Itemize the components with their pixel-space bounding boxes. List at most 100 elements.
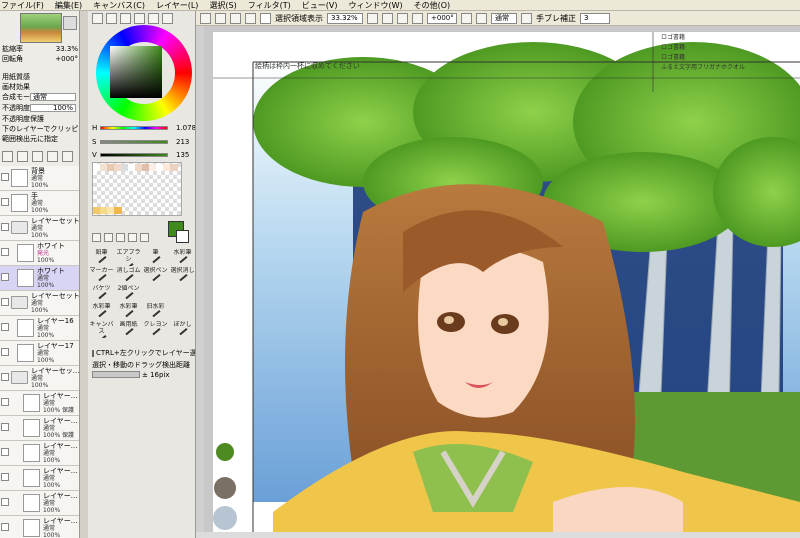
protect-opacity-checkbox[interactable]: 不透明度保護 [0, 115, 79, 124]
saturation-value-square[interactable] [110, 46, 162, 98]
layer-row[interactable]: ホワイト 通常 100% [0, 266, 79, 291]
menu-filter[interactable]: フィルタ(T) [248, 0, 291, 11]
blend-mode-select[interactable]: 通常 [30, 93, 76, 101]
clipping-checkbox[interactable]: 下のレイヤーでクリッピング [0, 125, 79, 134]
visibility-toggle-icon[interactable] [1, 498, 9, 506]
tool-brush[interactable]: 筆 [142, 249, 169, 266]
layer-row[interactable]: レイヤー... 通常 100% [0, 466, 79, 491]
layer-row[interactable]: レイヤーセッ... 通常 100% [0, 366, 79, 391]
rotate-left-icon[interactable] [412, 12, 423, 24]
tool-bucket[interactable]: バケツ [88, 285, 115, 302]
menu-canvas[interactable]: キャンバス(C) [93, 0, 145, 11]
invert-selection-icon[interactable] [215, 12, 226, 24]
opacity-slider[interactable]: 100% [30, 104, 76, 112]
menu-window[interactable]: ウィンドウ(W) [348, 0, 402, 11]
crop-icon[interactable] [245, 12, 256, 24]
menu-edit[interactable]: 編集(E) [55, 0, 82, 11]
ctrl-click-checkbox[interactable] [92, 350, 94, 357]
palette-swatch[interactable] [170, 164, 178, 171]
val-slider[interactable] [100, 153, 168, 157]
tool-select-eraser[interactable]: 選択消し [169, 267, 195, 284]
visibility-toggle-icon[interactable] [1, 323, 9, 331]
navigator-thumbnail[interactable] [20, 13, 62, 43]
selection-source-checkbox[interactable]: 範囲検出元に指定 [0, 135, 79, 144]
palette-mode-icon[interactable] [134, 13, 145, 24]
menu-view[interactable]: ビュー(V) [302, 0, 338, 11]
drag-distance-slider[interactable] [92, 371, 140, 378]
visibility-toggle-icon[interactable] [1, 273, 9, 281]
stabilizer-field[interactable]: 3 [580, 12, 610, 24]
deselect-icon[interactable] [200, 12, 211, 24]
scratch-mode-icon[interactable] [162, 13, 173, 24]
zoom-out-icon[interactable] [367, 12, 378, 24]
new-layer-icon[interactable] [2, 151, 13, 162]
hsv-slider-mode-icon[interactable] [120, 13, 131, 24]
tool-select-pen[interactable]: 選択ペン [142, 267, 169, 284]
pen-settings-icon[interactable] [521, 12, 532, 24]
visibility-toggle-icon[interactable] [1, 298, 9, 306]
visibility-toggle-icon[interactable] [1, 223, 9, 231]
tool-drawing-paper[interactable]: 画用紙 [115, 321, 142, 338]
tool-watercolor-3[interactable]: 水彩筆 [115, 303, 142, 320]
menu-select[interactable]: 選択(S) [209, 0, 236, 11]
tool-crayon[interactable]: クレヨン [142, 321, 169, 338]
tool-pencil[interactable]: 鉛筆 [88, 249, 115, 266]
menu-file[interactable]: ファイル(F) [1, 0, 44, 11]
visibility-toggle-icon[interactable] [1, 448, 9, 456]
tool-binary-pen[interactable]: 2値ペン [115, 285, 142, 302]
hand-tool-icon[interactable] [128, 233, 137, 242]
color-wheel-mode-icon[interactable] [92, 13, 103, 24]
navigator-menu-icon[interactable] [63, 16, 77, 30]
merge-layer-icon[interactable] [32, 151, 43, 162]
selection-display-icon[interactable] [230, 12, 241, 24]
sat-slider[interactable] [100, 140, 168, 144]
flip-horizontal-icon[interactable] [476, 12, 487, 24]
zoom-field[interactable]: 33.32% [327, 12, 363, 24]
layer-row[interactable]: レイヤー17 通常 100% [0, 341, 79, 366]
tool-marker[interactable]: マーカー [88, 267, 115, 284]
visibility-toggle-icon[interactable] [1, 423, 9, 431]
tool-canvas[interactable]: キャンバス [88, 321, 115, 338]
angle-row[interactable]: 回転角 +000° [0, 55, 79, 64]
layer-row[interactable]: レイヤーセット2 通常 100% [0, 291, 79, 316]
rotate-tool-icon[interactable] [116, 233, 125, 242]
zoom-tool-icon[interactable] [104, 233, 113, 242]
layer-row[interactable]: 手通常 100% [0, 191, 79, 216]
selection-display-checkbox[interactable] [260, 12, 271, 24]
color-palette[interactable] [92, 162, 182, 216]
rgb-slider-mode-icon[interactable] [106, 13, 117, 24]
tool-eraser[interactable]: 消しゴム [115, 267, 142, 284]
visibility-toggle-icon[interactable] [1, 198, 9, 206]
ctrl-click-option[interactable]: CTRL+左クリックでレイヤー選択 [92, 349, 195, 358]
move-tool-icon[interactable] [92, 233, 101, 242]
horizontal-scrollbar[interactable] [196, 532, 800, 538]
visibility-toggle-icon[interactable] [1, 523, 9, 531]
visibility-toggle-icon[interactable] [1, 173, 9, 181]
clear-layer-icon[interactable] [47, 151, 58, 162]
rotate-right-icon[interactable] [461, 12, 472, 24]
tool-blur[interactable]: ぼかし [169, 321, 195, 338]
layer-row[interactable]: 背景 通常 100% [0, 166, 79, 191]
visibility-toggle-icon[interactable] [1, 398, 9, 406]
layer-row[interactable]: レイヤー... 通常 100% [0, 516, 79, 538]
zoom-in-icon[interactable] [382, 12, 393, 24]
tool-empty-3[interactable] [169, 303, 195, 320]
vertical-scrollbar[interactable] [196, 26, 204, 532]
tool-empty-1[interactable] [142, 285, 169, 302]
tool-airbrush[interactable]: エアブラシ [115, 249, 142, 266]
tool-empty-2[interactable] [169, 285, 195, 302]
sub-color-swatch[interactable] [176, 230, 189, 243]
layer-row[interactable]: ホワイト 発光 100% [0, 241, 79, 266]
palette-swatch[interactable] [114, 207, 122, 214]
layer-row[interactable]: レイヤー... 通常 100% [0, 441, 79, 466]
delete-layer-icon[interactable] [62, 151, 73, 162]
tool-watercolor[interactable]: 水彩筆 [169, 249, 195, 266]
angle-field[interactable]: +000° [427, 12, 457, 24]
zoom-row[interactable]: 拡縮率 33.3% [0, 45, 79, 54]
visibility-toggle-icon[interactable] [1, 373, 9, 381]
visibility-toggle-icon[interactable] [1, 348, 9, 356]
tool-watercolor-2[interactable]: 水彩筆 [88, 303, 115, 320]
canvas-document[interactable]: 絵柄は枠内一杯に収めてください ロゴ書籍 ロゴ書籍 ロゴ書籍 ふるえ文字用フリガ… [213, 32, 800, 532]
layer-row[interactable]: レイヤー... 通常 100% 保護 [0, 416, 79, 441]
menu-other[interactable]: その他(O) [414, 0, 451, 11]
